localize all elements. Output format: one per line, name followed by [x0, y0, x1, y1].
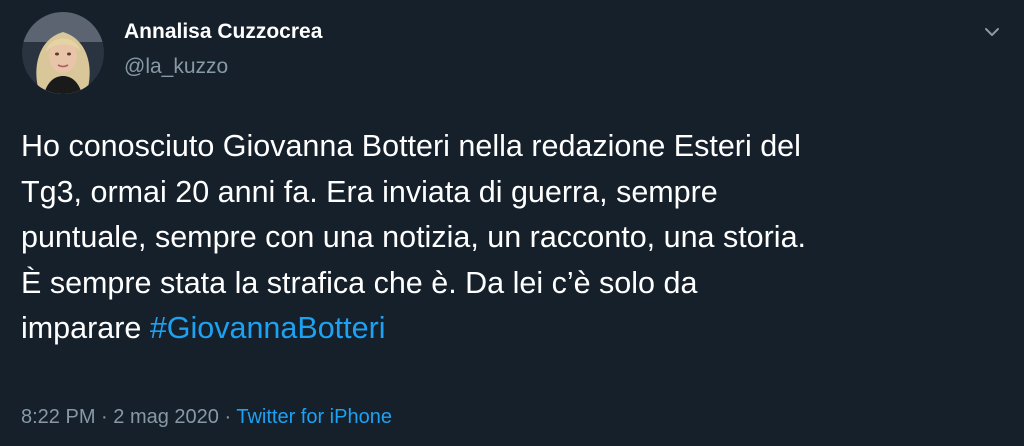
tweet-text-line: È sempre stata la strafica che è. Da lei…	[21, 265, 698, 300]
chevron-down-icon[interactable]	[980, 22, 1004, 42]
tweet-text-last-line: imparare #GiovannaBotteri	[21, 306, 1011, 352]
meta-separator: ·	[218, 406, 237, 428]
author-name[interactable]: Annalisa Cuzzocrea	[124, 20, 322, 44]
tweet-text-line: Ho conosciuto Giovanna Botteri nella red…	[21, 129, 801, 163]
tweet-text-line: Tg3, ormai 20 anni fa. Era inviata di gu…	[21, 174, 718, 209]
tweet-meta: 8:22 PM · 2 mag 2020 · Twitter for iPhon…	[21, 406, 392, 429]
tweet-date[interactable]: 2 mag 2020	[113, 406, 219, 428]
avatar-image	[22, 12, 104, 94]
tweet-text-line: imparare	[21, 311, 150, 345]
tweet-text: Ho conosciuto Giovanna Botteri nella red…	[21, 124, 1011, 352]
tweet-card: Annalisa Cuzzocrea @la_kuzzo Ho conosciu…	[0, 0, 1024, 446]
avatar[interactable]	[22, 12, 104, 94]
tweet-time[interactable]: 8:22 PM	[21, 406, 95, 428]
tweet-text-line: puntuale, sempre con una notizia, un rac…	[21, 220, 807, 254]
tweet-source[interactable]: Twitter for iPhone	[236, 406, 392, 428]
author-handle[interactable]: @la_kuzzo	[124, 55, 228, 79]
meta-separator: ·	[95, 406, 114, 428]
hashtag-link[interactable]: #GiovannaBotteri	[150, 311, 386, 345]
